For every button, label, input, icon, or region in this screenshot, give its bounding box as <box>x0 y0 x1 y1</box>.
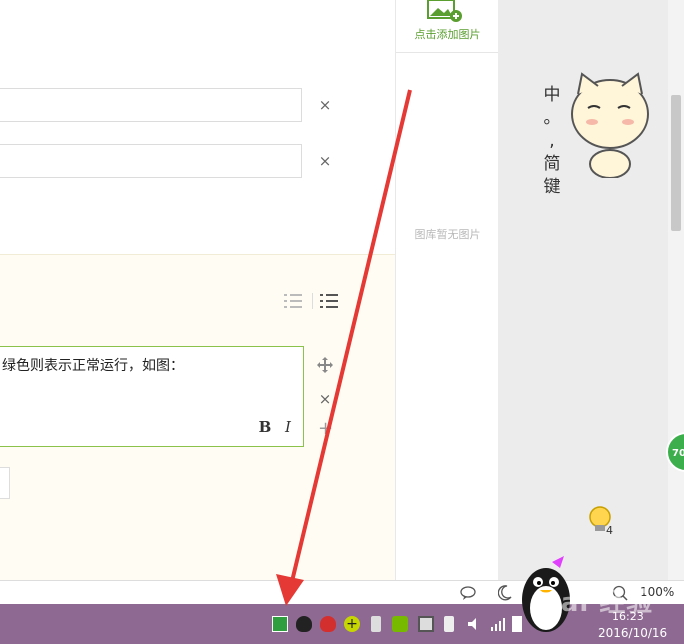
add-image-label: 点击添加图片 <box>414 28 481 41</box>
lightbulb-badge: 4 <box>606 524 613 537</box>
empty-library-label: 图库暂无图片 <box>414 228 481 241</box>
unordered-list-icon[interactable] <box>320 294 338 308</box>
add-step-button[interactable]: + <box>318 420 333 438</box>
ime-char: , <box>549 131 555 151</box>
image-library-panel: 点击添加图片 图库暂无图片 <box>395 0 499 580</box>
title-input[interactable] <box>0 88 302 122</box>
night-mode-icon[interactable] <box>498 585 512 601</box>
plus-icon[interactable]: + <box>344 616 360 632</box>
app-green-icon[interactable] <box>272 616 288 632</box>
ordered-list-icon[interactable] <box>284 294 302 308</box>
article-editor: × × 绿色则表示正常运行，如图： B I × + <box>0 0 395 581</box>
ime-char: 键 <box>543 177 561 197</box>
italic-button[interactable]: I <box>278 417 298 437</box>
clear-title-button[interactable]: × <box>318 98 332 113</box>
qq-red-icon[interactable] <box>320 616 336 632</box>
step-section: 绿色则表示正常运行，如图： B I × + <box>0 254 395 581</box>
remove-step-button[interactable]: × <box>318 392 332 407</box>
add-image-button[interactable]: 点击添加图片 <box>396 0 499 53</box>
comment-icon[interactable] <box>460 586 476 600</box>
nvidia-icon[interactable] <box>392 616 408 632</box>
desktop-area: 中 。 , 简 键 4 70 <box>498 0 684 580</box>
ime-char: 。 <box>543 108 561 128</box>
cat-sticker-icon <box>571 72 649 178</box>
phone-icon[interactable] <box>444 616 454 632</box>
step-extra-input[interactable] <box>0 467 10 499</box>
clear-subtitle-button[interactable]: × <box>318 154 332 169</box>
watermark: Bai 经验 <box>540 588 654 618</box>
step-text: 绿色则表示正常运行，如图： <box>2 358 184 374</box>
step-text-editor[interactable]: 绿色则表示正常运行，如图： B I <box>0 346 304 447</box>
volume-icon[interactable] <box>466 616 482 632</box>
window-icon[interactable] <box>418 616 434 632</box>
ime-char: 中 <box>543 85 561 105</box>
move-icon[interactable] <box>317 357 333 373</box>
qq-icon[interactable] <box>296 616 312 632</box>
ime-status-label: 中 。 , 简 键 <box>540 84 564 199</box>
usb-icon[interactable] <box>371 616 381 632</box>
clock-date[interactable]: 2016/10/16 <box>598 626 667 640</box>
add-image-icon <box>427 0 462 22</box>
ime-char: 简 <box>543 154 561 174</box>
subtitle-input[interactable] <box>0 144 302 178</box>
scrollbar[interactable] <box>668 0 684 580</box>
signal-icon[interactable] <box>490 616 506 632</box>
divider <box>312 293 313 309</box>
scrollbar-thumb[interactable] <box>671 95 681 231</box>
bold-button[interactable]: B <box>255 417 275 437</box>
